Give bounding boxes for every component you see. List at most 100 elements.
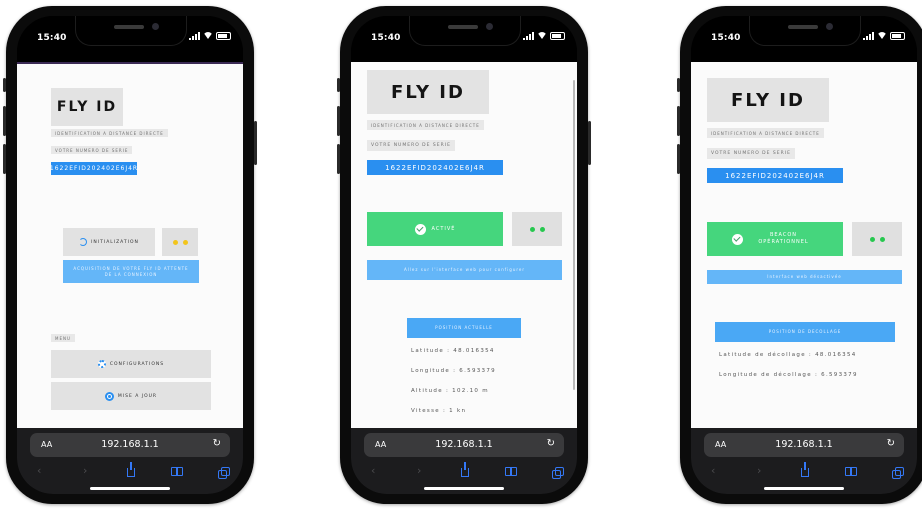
- battery-icon: [890, 32, 905, 40]
- bookmarks-icon[interactable]: [171, 467, 183, 476]
- status-button[interactable]: ACTIVÉ: [367, 212, 503, 246]
- battery-icon: [550, 32, 565, 40]
- wifi-icon: [203, 32, 213, 40]
- current-position-button[interactable]: POSITION ACTUELLE: [407, 318, 521, 338]
- speed-text: Vitesse : 1 kn: [411, 408, 467, 414]
- serial-number: 1622EFID202402E6J4R: [707, 168, 843, 183]
- page-top-border: [17, 62, 243, 64]
- signal-icon: [863, 32, 874, 40]
- address-bar[interactable]: AA 192.168.1.1 ↻: [704, 433, 904, 457]
- tabs-icon[interactable]: [892, 467, 904, 479]
- url-text: 192.168.1.1: [775, 439, 833, 450]
- status-button[interactable]: INITIALIZATION: [63, 228, 155, 256]
- serial-label: VOTRE NUMERO DE SERIE: [707, 148, 795, 159]
- takeoff-longitude-text: Longitude de décollage : 6.593379: [719, 372, 858, 378]
- status-time: 15:40: [711, 33, 741, 43]
- status-bar: 15:40: [691, 16, 917, 62]
- nav-tools: ‹ ›: [351, 462, 577, 480]
- led-right: [879, 236, 885, 242]
- forward-icon[interactable]: ›: [417, 464, 421, 477]
- share-icon[interactable]: [127, 462, 135, 477]
- silent-switch: [337, 78, 340, 92]
- status-bar: 15:40: [17, 16, 243, 62]
- web-interface-info-button[interactable]: Allez sur l'interface web pour configure…: [367, 260, 562, 280]
- web-content: FLY ID IDENTIFICATION A DISTANCE DIRECTE…: [17, 62, 243, 428]
- reload-icon[interactable]: ↻: [547, 438, 555, 449]
- status-icons: [523, 32, 565, 40]
- signal-icon: [523, 32, 534, 40]
- battery-icon: [216, 32, 231, 40]
- tabs-icon[interactable]: [552, 467, 564, 479]
- configurations-button[interactable]: CONFIGURATIONS: [51, 350, 211, 378]
- reload-icon[interactable]: ↻: [887, 438, 895, 449]
- update-button[interactable]: MISE A JOUR: [51, 382, 211, 410]
- silent-switch: [677, 78, 680, 92]
- front-camera: [826, 23, 833, 30]
- menu-label: MENU: [51, 334, 75, 342]
- takeoff-position-button[interactable]: POSITION DE DECOLLAGE: [715, 322, 895, 342]
- status-button[interactable]: BEACON OPÉRATIONNEL: [707, 222, 843, 256]
- serial-label: VOTRE NUMERO DE SERIE: [51, 146, 133, 154]
- tabs-icon[interactable]: [218, 467, 230, 479]
- share-icon[interactable]: [801, 462, 809, 477]
- serial-label: VOTRE NUMERO DE SERIE: [367, 140, 455, 151]
- address-bar[interactable]: AA 192.168.1.1 ↻: [364, 433, 564, 457]
- volume-up-button: [337, 106, 340, 136]
- back-icon[interactable]: ‹: [37, 464, 41, 477]
- app-logo: FLY ID: [367, 70, 489, 114]
- home-indicator: [90, 487, 170, 490]
- back-icon[interactable]: ‹: [371, 464, 375, 477]
- forward-icon[interactable]: ›: [83, 464, 87, 477]
- status-button-label: ACTIVÉ: [431, 225, 456, 232]
- status-icons: [189, 32, 231, 40]
- status-time: 15:40: [371, 33, 401, 43]
- app-logo: FLY ID: [51, 88, 123, 126]
- volume-down-button: [3, 144, 6, 174]
- wifi-icon: [537, 32, 547, 40]
- led-right: [182, 239, 188, 245]
- takeoff-latitude-text: Latitude de décollage : 48.016354: [719, 352, 857, 358]
- gear-icon: [97, 360, 106, 368]
- notch: [409, 16, 521, 46]
- browser-toolbar: AA 192.168.1.1 ↻ ‹ ›: [351, 428, 577, 494]
- subtitle: IDENTIFICATION A DISTANCE DIRECTE: [707, 128, 824, 138]
- browser-toolbar: AA 192.168.1.1 ↻ ‹ ›: [691, 428, 917, 494]
- share-icon[interactable]: [461, 462, 469, 477]
- led-indicator: [852, 222, 902, 256]
- led-indicator: [162, 228, 198, 256]
- nav-tools: ‹ ›: [17, 462, 243, 480]
- web-interface-disabled-button[interactable]: Interface web désactivée: [707, 270, 902, 284]
- back-icon[interactable]: ‹: [711, 464, 715, 477]
- address-bar[interactable]: AA 192.168.1.1 ↻: [30, 433, 230, 457]
- nav-tools: ‹ ›: [691, 462, 917, 480]
- bookmarks-icon[interactable]: [845, 467, 857, 476]
- phone-screen: 15:40 FLY ID IDENTIFICATION A DISTANCE D…: [17, 16, 243, 494]
- check-icon: [414, 223, 426, 235]
- notch: [749, 16, 861, 46]
- led-left: [529, 226, 535, 232]
- scrollbar[interactable]: [573, 80, 575, 390]
- home-indicator: [424, 487, 504, 490]
- led-left: [172, 239, 178, 245]
- notch: [75, 16, 187, 46]
- bookmarks-icon[interactable]: [505, 467, 517, 476]
- front-camera: [152, 23, 159, 30]
- silent-switch: [3, 78, 6, 92]
- phone-beacon-operational: 15:40 FLY ID IDENTIFICATION A DISTANCE D…: [677, 6, 922, 504]
- forward-icon[interactable]: ›: [757, 464, 761, 477]
- connection-info-button[interactable]: ACQUISITION DE VOTRE FLY ID ATTENTE DE L…: [63, 260, 199, 283]
- web-content: FLY ID IDENTIFICATION A DISTANCE DIRECTE…: [351, 62, 577, 428]
- longitude-text: Longitude : 6.593379: [411, 368, 496, 374]
- led-left: [869, 236, 875, 242]
- home-indicator: [764, 487, 844, 490]
- power-button: [588, 121, 591, 165]
- serial-number: 1622EFID202402E6J4R: [50, 162, 137, 175]
- app-logo: FLY ID: [707, 78, 829, 122]
- configurations-label: CONFIGURATIONS: [109, 361, 165, 367]
- reload-icon[interactable]: ↻: [213, 438, 221, 449]
- volume-up-button: [677, 106, 680, 136]
- latitude-text: Latitude : 48.016354: [411, 348, 495, 354]
- wifi-icon: [877, 32, 887, 40]
- led-indicator: [512, 212, 562, 246]
- led-right: [539, 226, 545, 232]
